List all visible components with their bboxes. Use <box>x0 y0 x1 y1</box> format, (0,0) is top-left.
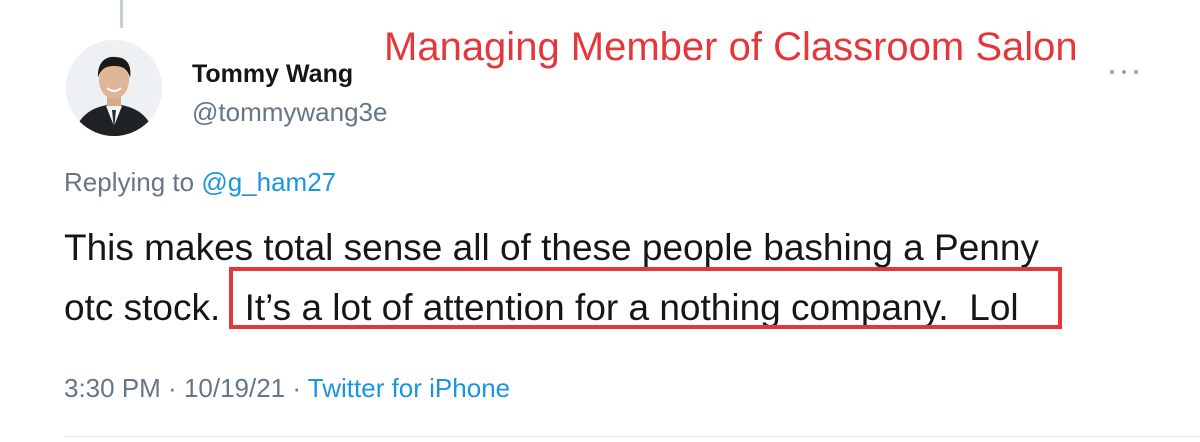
more-dot <box>1134 70 1138 74</box>
meta-separator: · <box>285 373 308 403</box>
user-handle[interactable]: @tommywang3e <box>192 97 387 127</box>
replying-to-line: Replying to @g_ham27 <box>64 166 336 198</box>
annotation-highlight-box <box>229 267 1062 329</box>
tweet-source-link[interactable]: Twitter for iPhone <box>308 373 510 403</box>
replying-to-label: Replying to <box>64 167 195 197</box>
reply-mention-link[interactable]: @g_ham27 <box>201 167 336 197</box>
annotation-caption: Managing Member of Classroom Salon <box>384 25 1078 69</box>
tweet-text-line-2-start: otc stock. <box>64 287 221 328</box>
thread-connector-line <box>120 0 123 28</box>
avatar[interactable] <box>66 40 162 136</box>
tweet-time[interactable]: 3:30 PM <box>64 373 161 403</box>
more-dots-icon[interactable] <box>1110 62 1138 82</box>
display-name[interactable]: Tommy Wang <box>192 59 353 89</box>
meta-separator: · <box>160 373 184 403</box>
more-dot <box>1122 70 1126 74</box>
more-dot <box>1110 70 1114 74</box>
tweet-meta: 3:30 PM · 10/19/21 · Twitter for iPhone <box>64 372 510 404</box>
divider <box>64 436 1200 437</box>
tweet-date[interactable]: 10/19/21 <box>184 373 285 403</box>
profile-photo-icon <box>66 40 162 136</box>
